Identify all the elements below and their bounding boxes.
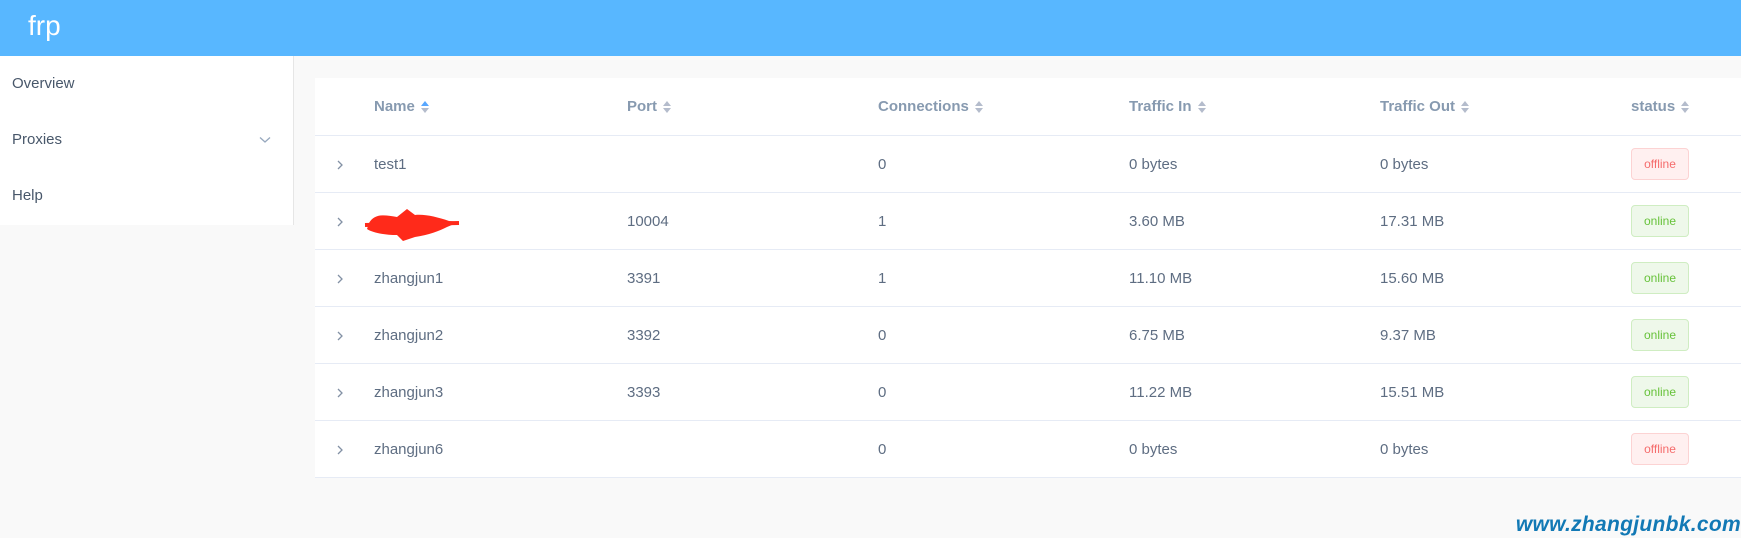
brand-logo[interactable]: frp	[28, 8, 61, 44]
cell-connections: 1	[878, 270, 887, 287]
status-badge: offline	[1631, 148, 1689, 180]
cell-traffic-in: 6.75 MB	[1129, 327, 1185, 344]
cell-traffic-in: 0 bytes	[1129, 156, 1178, 173]
cell-traffic-in: 0 bytes	[1129, 441, 1178, 458]
table-row[interactable]: zhangjun6 0 0 bytes 0 bytes offline	[315, 421, 1741, 478]
cell-traffic-out: 0 bytes	[1380, 441, 1429, 458]
sidebar-item-label: Proxies	[12, 131, 63, 148]
table-header: Name Port Connections Traffic In Traffic…	[315, 78, 1741, 136]
cell-connections: 0	[878, 327, 887, 344]
cell-connections: 0	[878, 441, 887, 458]
status-badge: online	[1631, 319, 1689, 351]
sidebar-menu: Overview Proxies Help	[0, 56, 294, 225]
sidebar-item-proxies[interactable]: Proxies	[0, 112, 293, 168]
column-header-traffic-out[interactable]: Traffic Out	[1380, 78, 1470, 136]
cell-port: 10004	[627, 213, 669, 230]
table-row[interactable]: zhangjun1 3391 1 11.10 MB 15.60 MB onlin…	[315, 250, 1741, 307]
sort-icon[interactable]	[1197, 101, 1206, 113]
column-header-name[interactable]: Name	[374, 78, 429, 136]
cell-traffic-in: 3.60 MB	[1129, 213, 1185, 230]
sort-icon[interactable]	[1461, 101, 1470, 113]
cell-name: zhangjun2	[374, 327, 444, 344]
table-row[interactable]: zhangjun2 3392 0 6.75 MB 9.37 MB online	[315, 307, 1741, 364]
table-row[interactable]: 10004 1 3.60 MB 17.31 MB online	[315, 193, 1741, 250]
cell-connections: 0	[878, 384, 887, 401]
cell-port: 3393	[627, 384, 661, 401]
cell-traffic-out: 0 bytes	[1380, 156, 1429, 173]
sidebar-item-label: Overview	[12, 75, 75, 92]
chevron-down-icon[interactable]	[259, 112, 271, 168]
cell-traffic-out: 9.37 MB	[1380, 327, 1436, 344]
proxies-table: Name Port Connections Traffic In Traffic…	[315, 78, 1741, 478]
table-row[interactable]: test1 0 0 bytes 0 bytes offline	[315, 136, 1741, 193]
cell-connections: 1	[878, 213, 887, 230]
status-badge: online	[1631, 205, 1689, 237]
cell-traffic-in: 11.22 MB	[1129, 384, 1193, 401]
column-header-connections[interactable]: Connections	[878, 78, 983, 136]
column-header-traffic-in[interactable]: Traffic In	[1129, 78, 1206, 136]
sort-icon[interactable]	[974, 101, 983, 113]
chevron-right-icon[interactable]	[332, 364, 348, 421]
cell-port: 3392	[627, 327, 661, 344]
chevron-right-icon[interactable]	[332, 421, 348, 478]
sidebar-item-overview[interactable]: Overview	[0, 56, 293, 112]
cell-traffic-out: 15.60 MB	[1380, 270, 1445, 287]
cell-port: 3391	[627, 270, 661, 287]
status-badge: offline	[1631, 433, 1689, 465]
cell-traffic-out: 15.51 MB	[1380, 384, 1445, 401]
redaction-scribble	[364, 209, 460, 241]
chevron-right-icon[interactable]	[332, 193, 348, 250]
sort-icon[interactable]	[420, 101, 429, 113]
sort-icon[interactable]	[1681, 101, 1690, 113]
column-header-port[interactable]: Port	[627, 78, 671, 136]
sidebar-item-help[interactable]: Help	[0, 168, 293, 224]
sidebar-item-label: Help	[12, 187, 43, 204]
cell-traffic-out: 17.31 MB	[1380, 213, 1445, 230]
watermark-text: www.zhangjunbk.com	[1515, 513, 1741, 536]
cell-traffic-in: 11.10 MB	[1129, 270, 1193, 287]
status-badge: online	[1631, 376, 1689, 408]
top-header: frp	[0, 0, 1741, 56]
status-badge: online	[1631, 262, 1689, 294]
chevron-right-icon[interactable]	[332, 307, 348, 364]
cell-name: zhangjun1	[374, 270, 444, 287]
column-header-status[interactable]: status	[1631, 78, 1690, 136]
cell-name: test1	[374, 156, 407, 173]
table-row[interactable]: zhangjun3 3393 0 11.22 MB 15.51 MB onlin…	[315, 364, 1741, 421]
chevron-right-icon[interactable]	[332, 250, 348, 307]
cell-connections: 0	[878, 156, 887, 173]
chevron-right-icon[interactable]	[332, 136, 348, 193]
cell-name: zhangjun6	[374, 441, 444, 458]
sort-icon[interactable]	[663, 101, 671, 113]
cell-name: zhangjun3	[374, 384, 444, 401]
